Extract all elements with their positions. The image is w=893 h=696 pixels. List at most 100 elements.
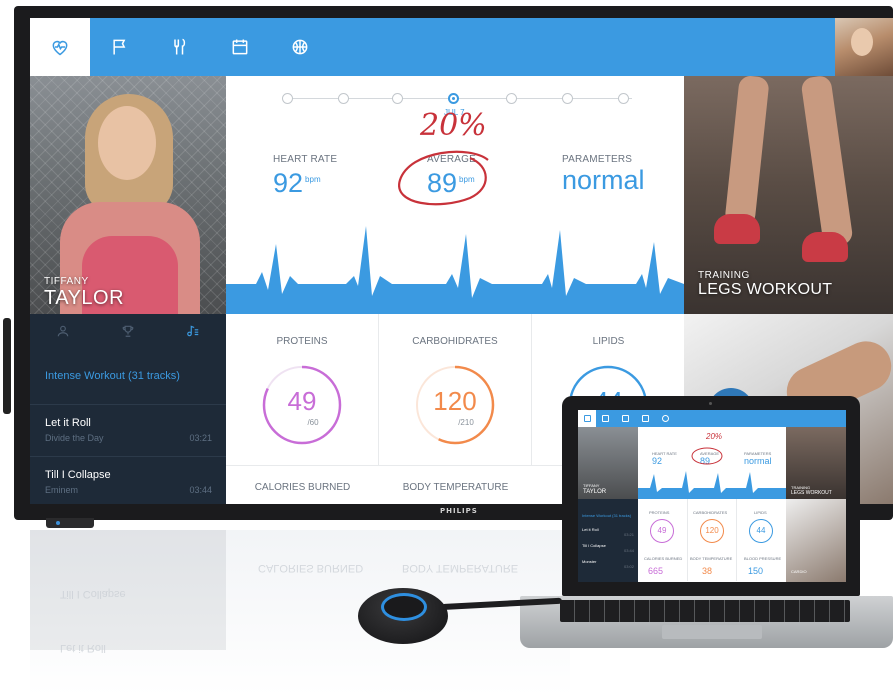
profile-first-name: TIFFANY (44, 276, 89, 287)
runner-leg (800, 76, 854, 248)
heart-rate-value: 92 (273, 168, 304, 198)
laptop-carbs: 120 (705, 526, 719, 535)
average-metric: AVERAGE 89 bpm (427, 154, 476, 198)
heart-rate-metric: HEART RATE 92 bpm (273, 154, 337, 198)
playlist-title: Intense Workout (31 tracks) (45, 370, 180, 382)
track-artist: Divide the Day (45, 433, 104, 443)
track-item[interactable]: Let it Roll Divide the Day 03:21 (30, 404, 226, 456)
timeline-point[interactable] (282, 93, 293, 104)
training-title: LEGS WORKOUT (698, 281, 833, 298)
laptop-track-time: 03:02 (624, 564, 635, 569)
timeline-point[interactable] (392, 93, 403, 104)
track-duration: 03:21 (189, 433, 212, 443)
carbohydrates-value: 120 (433, 386, 477, 416)
nav-heart[interactable] (30, 18, 90, 76)
laptop-screen: TIFFANY TAYLOR Intense Workout (31 track… (578, 410, 846, 582)
user-icon (57, 325, 68, 337)
timeline-point[interactable] (338, 93, 349, 104)
laptop-training-title: LEGS WORKOUT (791, 490, 832, 496)
track-title: Let it Roll (45, 417, 91, 429)
training-card[interactable]: TRAINING LEGS WORKOUT (684, 76, 893, 314)
tv-brand-logo: PHILIPS (440, 507, 478, 515)
tab-profile[interactable] (30, 314, 95, 348)
laptop-proteins-label: PROTEINS (649, 510, 670, 515)
metric-value: 89 bpm (427, 165, 476, 198)
running-shoe (714, 214, 760, 244)
tv-power-button (46, 518, 94, 528)
carbohydrates-card[interactable]: CARBOHIDRATES 120 /210 (379, 314, 532, 466)
laptop-annotation-circle (691, 447, 723, 465)
reflection-text: BODY TEMPERATURE (402, 562, 519, 574)
laptop-blood-label: BLOOD PRESSURE (744, 556, 782, 561)
laptop-track: Let it Roll (582, 527, 599, 532)
top-nav (30, 18, 893, 76)
trackpad (662, 625, 762, 639)
track-duration: 03:44 (189, 485, 212, 495)
reflection-text: CALORIES BURNED (258, 562, 364, 574)
timeline-selected-date: JUL 7 (444, 108, 465, 117)
laptop-profile-last: TAYLOR (583, 489, 607, 495)
track-item[interactable]: Till I Collapse Eminem 03:44 (30, 456, 226, 504)
utensils-icon (622, 415, 629, 422)
utensils-icon (174, 38, 186, 55)
metric-value: 92 bpm (273, 165, 337, 198)
body-temperature-label: BODY TEMPERATURE (402, 482, 509, 493)
flag-icon (602, 415, 609, 422)
metric-unit: bpm (305, 175, 321, 184)
timeline-point[interactable] (506, 93, 517, 104)
heart-rate-wave (226, 226, 684, 314)
basketball-icon (292, 39, 308, 55)
reflection-text: Till I Collapse (60, 588, 126, 600)
timeline-point[interactable] (618, 93, 629, 104)
playlist-icon (187, 325, 199, 337)
laptop-playlist-title: Intense Workout (31 tracks) (582, 513, 632, 518)
trophy-icon (122, 325, 134, 337)
nav-sports[interactable] (270, 18, 330, 76)
metric-label: HEART RATE (273, 154, 338, 165)
average-value: 89 (427, 168, 458, 198)
nutrition-label: LIPIDS (592, 336, 625, 347)
laptop-profile-first: TIFFANY (583, 483, 600, 488)
carbohydrates-total: /210 (458, 418, 474, 427)
laptop-track-time: 03:44 (624, 548, 635, 553)
divider (687, 499, 688, 581)
laptop-proteins: 49 (657, 526, 667, 535)
timeline-point[interactable] (562, 93, 573, 104)
running-shoe (802, 232, 848, 262)
side-panel: Intense Workout (31 tracks) Let it Roll … (30, 314, 226, 504)
tab-playlist[interactable] (161, 314, 226, 348)
laptop-carbs-label: CARBOHIDRATES (693, 510, 728, 515)
laptop-track: Till I Collapse (582, 543, 606, 548)
floor-reflection: Till I Collapse Let it Roll CALORIES BUR… (30, 530, 570, 696)
date-timeline: JUL 7 (226, 76, 684, 117)
metric-label: AVERAGE (427, 154, 477, 165)
laptop-lipids-label: LIPIDS (754, 510, 767, 515)
laptop-calories-label: CALORIES BURNED (644, 556, 683, 561)
timeline-point-selected[interactable] (448, 93, 459, 104)
laptop-calories: 665 (648, 566, 664, 576)
heart-icon (52, 40, 68, 56)
tab-achievements[interactable] (95, 314, 160, 348)
metric-unit: bpm (459, 175, 475, 184)
nutrition-label: PROTEINS (276, 336, 328, 347)
calendar-icon (642, 415, 649, 422)
laptop-track-time: 03:21 (624, 532, 635, 537)
track-artist: Eminem (45, 485, 79, 495)
parameters-value: normal (562, 165, 645, 195)
proteins-card[interactable]: PROTEINS 49 /60 (226, 314, 379, 466)
flag-icon (113, 39, 126, 55)
laptop-body-temp: 38 (702, 566, 713, 576)
profile-photo: TIFFANY TAYLOR (30, 76, 226, 314)
keyboard (560, 600, 850, 622)
proteins-total: /60 (307, 418, 319, 427)
reflection-text: Let it Roll (60, 642, 106, 654)
profile-name: TIFFANY TAYLOR (44, 276, 124, 310)
nav-flag[interactable] (90, 18, 150, 76)
nav-calendar[interactable] (210, 18, 270, 76)
nav-nutrition[interactable] (150, 18, 210, 76)
laptop-annotation: 20% (706, 432, 723, 441)
nutrition-label: CARBOHIDRATES (412, 336, 498, 347)
laptop-cardio-photo: CARDIO (786, 499, 846, 582)
user-avatar[interactable] (835, 18, 893, 76)
track-title: Till I Collapse (45, 469, 111, 481)
